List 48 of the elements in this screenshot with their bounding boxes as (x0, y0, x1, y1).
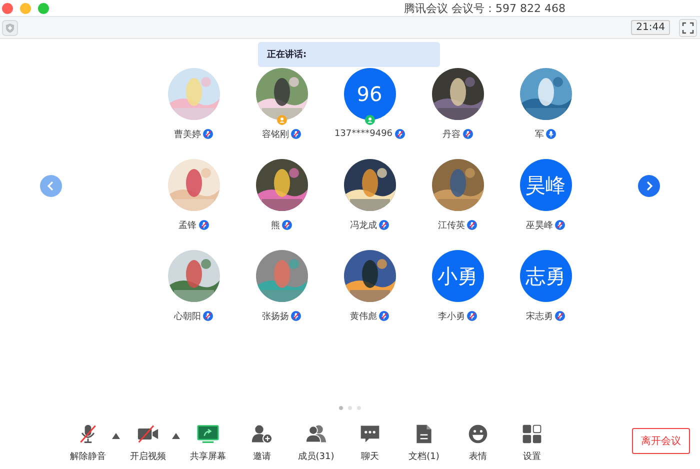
participant-name: 137****9496 (334, 129, 393, 139)
participant-name: 容铭刚 (262, 128, 289, 140)
participant-name: 熊 (271, 220, 280, 232)
video-button[interactable]: 开启视频 (126, 423, 170, 463)
invite-button[interactable]: 邀请 (240, 423, 284, 463)
page-dot[interactable] (339, 406, 343, 410)
fullscreen-icon[interactable] (679, 18, 697, 36)
share-button[interactable]: 共享屏幕 (186, 423, 230, 463)
text-avatar: 小勇 (432, 250, 484, 302)
previous-page-button[interactable] (40, 175, 62, 197)
caret-icon[interactable] (172, 433, 180, 439)
doc-button[interactable]: 文档(1) (402, 423, 446, 463)
participant-name: 曹美婷 (174, 128, 201, 140)
shield-icon[interactable] (2, 20, 18, 36)
members-button[interactable]: 成员(31) (294, 423, 338, 463)
participant-name: 军 (535, 128, 544, 140)
participant-name: 黄伟彪 (350, 310, 377, 322)
smiley-icon (467, 423, 489, 445)
text-avatar: 昊峰 (520, 159, 572, 211)
chat-icon (359, 423, 381, 445)
participant-name: 冯龙成 (350, 220, 377, 232)
window-title: 腾讯会议 会议号：597 822 468 (404, 0, 566, 16)
meeting-timer: 21:44 (631, 20, 670, 35)
participant-name: 江传英 (438, 220, 465, 232)
emoji-button[interactable]: 表情 (456, 423, 500, 463)
leave-meeting-button[interactable]: 离开会议 (632, 428, 690, 454)
caret-icon[interactable] (112, 433, 120, 439)
participant-name: 宋志勇 (526, 310, 553, 322)
monitor-icon (196, 423, 220, 445)
participant-name: 巫昊峰 (526, 220, 553, 232)
people-icon (304, 423, 328, 445)
chat-button[interactable]: 聊天 (348, 423, 392, 463)
grid-icon (521, 423, 543, 445)
text-avatar: 96 (344, 68, 396, 120)
next-page-button[interactable] (638, 175, 660, 197)
participant-name: 李小勇 (438, 310, 465, 322)
minimize-window-button[interactable] (20, 2, 31, 14)
participant-name: 心朝阳 (174, 310, 201, 322)
text-avatar: 志勇 (520, 250, 572, 302)
participant-name: 张扬扬 (262, 310, 289, 322)
zoom-window-button[interactable] (38, 2, 49, 14)
mic-button[interactable]: 解除静音 (66, 423, 110, 463)
participant-name: 孟锋 (178, 220, 196, 232)
settings-button[interactable]: 设置 (510, 423, 554, 463)
add-person-icon (251, 423, 273, 445)
speaking-label: 正在讲话: (267, 48, 307, 61)
close-window-button[interactable] (2, 2, 13, 14)
participant-name: 丹容 (442, 128, 460, 140)
